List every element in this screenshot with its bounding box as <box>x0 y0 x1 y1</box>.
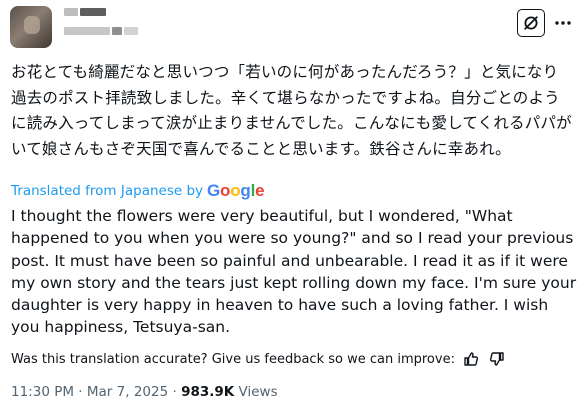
post-date[interactable]: Mar 7, 2025 <box>87 384 168 400</box>
translation-attribution: Translated from Japanese by Google <box>11 181 265 201</box>
redacted-username <box>112 27 122 35</box>
post-meta: 11:30 PM · Mar 7, 2025 · 983.9K Views <box>11 384 278 400</box>
post-header <box>0 0 585 56</box>
thumbs-down-button[interactable] <box>487 349 507 369</box>
redacted-display-name <box>64 8 78 16</box>
translated-from-label[interactable]: Translated from Japanese by <box>11 183 203 199</box>
grok-button[interactable] <box>517 9 545 37</box>
redacted-display-name <box>80 8 106 16</box>
thumbs-down-icon <box>489 352 504 366</box>
post-text-original: お花とても綺麗だなと思いつつ「若いのに何があったんだろう？」と気になり過去のポス… <box>11 63 572 158</box>
meta-separator: · <box>78 384 83 400</box>
redacted-username <box>64 27 110 35</box>
post-time[interactable]: 11:30 PM <box>11 384 74 400</box>
thumbs-up-icon <box>464 352 478 366</box>
grok-icon <box>524 16 538 30</box>
avatar[interactable] <box>10 6 52 48</box>
views-label: Views <box>238 384 278 400</box>
google-logo: Google <box>207 181 265 200</box>
views-count: 983.9K <box>181 384 235 400</box>
more-options-button[interactable] <box>551 12 575 34</box>
more-options-icon <box>555 21 571 25</box>
meta-separator: · <box>172 384 177 400</box>
redacted-username <box>124 27 138 35</box>
translation-feedback: Was this translation accurate? Give us f… <box>11 349 507 369</box>
feedback-prompt: Was this translation accurate? Give us f… <box>11 351 455 367</box>
thumbs-up-button[interactable] <box>461 349 481 369</box>
post-text-translated: I thought the flowers were very beautifu… <box>11 207 577 337</box>
